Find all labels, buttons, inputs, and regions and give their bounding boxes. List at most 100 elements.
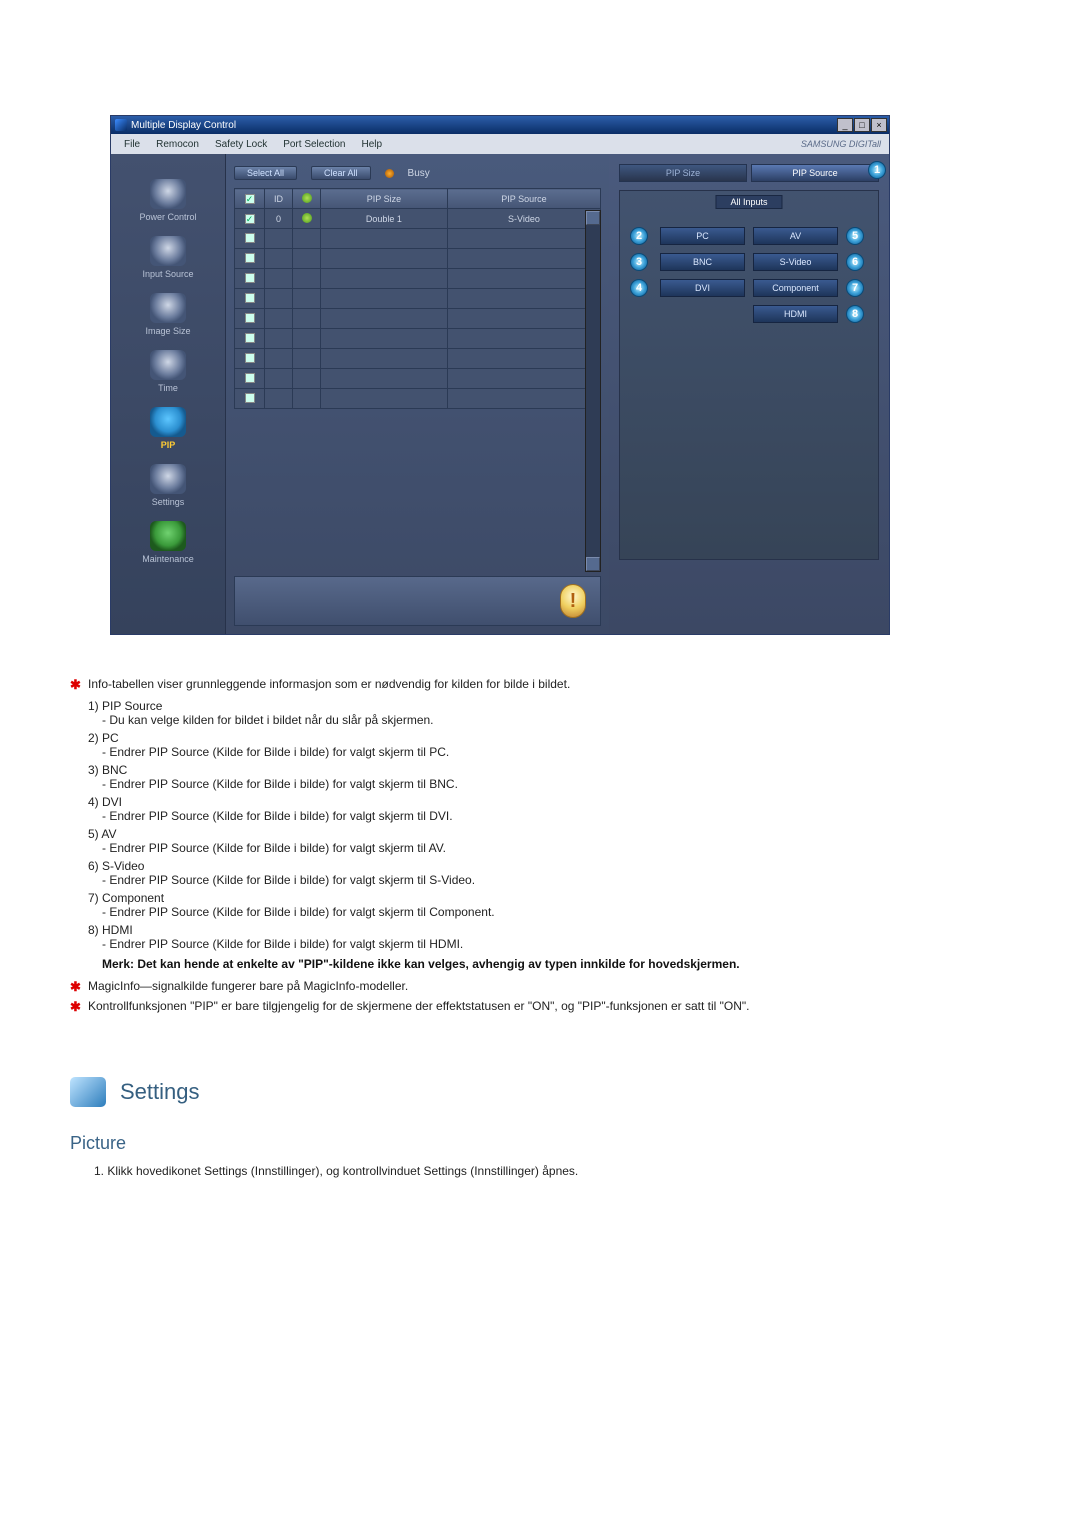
menu-help[interactable]: Help [354, 137, 389, 152]
pip-icon [150, 407, 186, 437]
intro-text: Info-tabellen viser grunnleggende inform… [88, 677, 570, 691]
cell-pip-size [321, 229, 448, 249]
item-desc: Du kan velge kilden for bildet i bildet … [102, 713, 1010, 727]
image-size-icon [150, 293, 186, 323]
row-checkbox[interactable] [245, 373, 255, 383]
cell-pip-source [447, 349, 600, 369]
item-desc: Endrer PIP Source (Kilde for Bilde i bil… [102, 777, 1010, 791]
svideo-button[interactable]: S-Video [753, 253, 838, 271]
section-subtitle: Picture [70, 1133, 1010, 1154]
row-checkbox[interactable] [245, 313, 255, 323]
table-row[interactable] [235, 369, 601, 389]
component-button[interactable]: Component [753, 279, 838, 297]
panel-title: All Inputs [715, 195, 782, 209]
maximize-button[interactable]: □ [854, 118, 870, 132]
sidebar-item-pip[interactable]: PIP [111, 396, 225, 453]
bnc-button[interactable]: BNC [660, 253, 745, 271]
cell-id [265, 369, 293, 389]
av-button[interactable]: AV [753, 227, 838, 245]
scroll-down-icon[interactable] [586, 557, 600, 571]
cell-pip-size: Double 1 [321, 209, 448, 229]
hdmi-button[interactable]: HDMI [753, 305, 838, 323]
item-title: 8) HDMI [88, 923, 1010, 937]
col-pip-size[interactable]: PIP Size [321, 189, 448, 209]
table-row[interactable] [235, 349, 601, 369]
col-id[interactable]: ID [265, 189, 293, 209]
table-row[interactable] [235, 289, 601, 309]
col-pip-source[interactable]: PIP Source [447, 189, 600, 209]
clock-icon [150, 350, 186, 380]
item-title: 3) BNC [88, 763, 1010, 777]
cell-id [265, 309, 293, 329]
row-checkbox[interactable] [245, 333, 255, 343]
scroll-up-icon[interactable] [586, 211, 600, 225]
pc-button[interactable]: PC [660, 227, 745, 245]
callout-6: 6 [846, 253, 864, 271]
note-magicinfo: MagicInfo—signalkilde fungerer bare på M… [88, 979, 408, 993]
step-1: 1. Klikk hovedikonet Settings (Innstilli… [94, 1164, 1010, 1178]
star-bullet-icon: ✱ [70, 999, 88, 1015]
sidebar-item-input-source[interactable]: Input Source [111, 225, 225, 282]
callout-8: 8 [846, 305, 864, 323]
item-title: 5) AV [88, 827, 1010, 841]
row-checkbox[interactable] [245, 353, 255, 363]
sidebar-item-maintenance[interactable]: Maintenance [111, 510, 225, 567]
close-button[interactable]: × [871, 118, 887, 132]
cell-pip-size [321, 329, 448, 349]
row-checkbox[interactable] [245, 214, 255, 224]
item-desc: Endrer PIP Source (Kilde for Bilde i bil… [102, 745, 1010, 759]
minimize-button[interactable]: _ [837, 118, 853, 132]
menu-remocon[interactable]: Remocon [149, 137, 206, 152]
cell-id [265, 329, 293, 349]
row-checkbox[interactable] [245, 233, 255, 243]
table-row[interactable] [235, 269, 601, 289]
merk-note: Merk: Det kan hende at enkelte av "PIP"-… [102, 957, 1010, 971]
app-icon [115, 119, 127, 131]
cell-pip-source [447, 389, 600, 409]
menu-port-selection[interactable]: Port Selection [276, 137, 352, 152]
doc-item: 6) S-VideoEndrer PIP Source (Kilde for B… [88, 859, 1010, 887]
scrollbar[interactable] [585, 210, 601, 572]
star-bullet-icon: ✱ [70, 677, 88, 693]
sidebar-item-power-control[interactable]: Power Control [111, 168, 225, 225]
row-checkbox[interactable] [245, 253, 255, 263]
doc-item: 8) HDMIEndrer PIP Source (Kilde for Bild… [88, 923, 1010, 951]
select-all-button[interactable]: Select All [234, 166, 297, 180]
row-checkbox[interactable] [245, 393, 255, 403]
col-status[interactable] [293, 189, 321, 209]
toolbar: Select All Clear All Busy [226, 154, 609, 188]
sidebar-item-time[interactable]: Time [111, 339, 225, 396]
menu-safety-lock[interactable]: Safety Lock [208, 137, 274, 152]
tab-pip-source[interactable]: PIP Source 1 [751, 164, 879, 182]
item-title: 6) S-Video [88, 859, 1010, 873]
tab-pip-size[interactable]: PIP Size [619, 164, 747, 182]
busy-label: Busy [408, 168, 430, 179]
cell-pip-source [447, 329, 600, 349]
item-desc: Endrer PIP Source (Kilde for Bilde i bil… [102, 809, 1010, 823]
table-row[interactable] [235, 329, 601, 349]
table-row[interactable]: 0 Double 1S-Video [235, 209, 601, 229]
table-row[interactable] [235, 309, 601, 329]
cell-pip-source [447, 229, 600, 249]
row-checkbox[interactable] [245, 293, 255, 303]
sidebar-item-label: Image Size [145, 326, 190, 336]
menu-file[interactable]: File [117, 137, 147, 152]
cell-id [265, 269, 293, 289]
sidebar-item-settings[interactable]: Settings [111, 453, 225, 510]
cell-pip-source: S-Video [447, 209, 600, 229]
sidebar-item-image-size[interactable]: Image Size [111, 282, 225, 339]
clear-all-button[interactable]: Clear All [311, 166, 371, 180]
table-row[interactable] [235, 229, 601, 249]
col-check[interactable] [235, 189, 265, 209]
item-desc: Endrer PIP Source (Kilde for Bilde i bil… [102, 905, 1010, 919]
cell-pip-size [321, 309, 448, 329]
item-title: 7) Component [88, 891, 1010, 905]
cell-pip-size [321, 289, 448, 309]
table-row[interactable] [235, 389, 601, 409]
row-checkbox[interactable] [245, 273, 255, 283]
dvi-button[interactable]: DVI [660, 279, 745, 297]
menubar: File Remocon Safety Lock Port Selection … [111, 134, 889, 154]
table-row[interactable] [235, 249, 601, 269]
tab-pip-source-label: PIP Source [792, 168, 837, 178]
cell-id: 0 [265, 209, 293, 229]
